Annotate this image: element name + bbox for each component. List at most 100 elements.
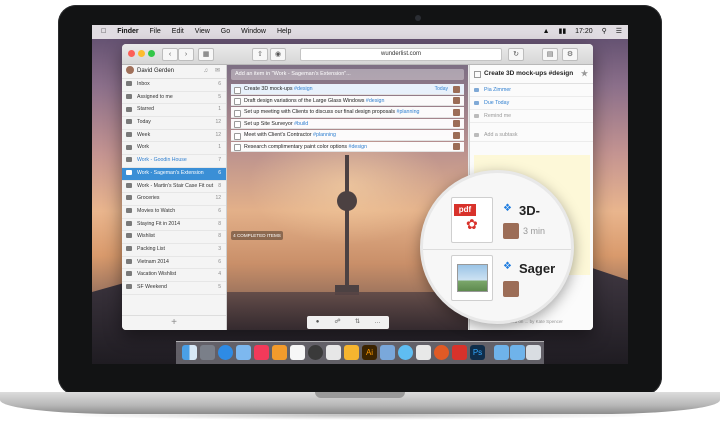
task-hashtag[interactable]: #build [294,121,308,127]
battery-icon[interactable]: ▮▮ [558,25,566,39]
task-checkbox[interactable] [234,98,241,105]
wifi-icon[interactable]: ▲ [543,25,550,39]
launchpad-icon[interactable] [200,345,215,360]
task-row[interactable]: Research complimentary paint color optio… [231,141,464,152]
reader-icon[interactable]: ▤ [542,48,558,61]
sort-icon[interactable]: ⇅ [353,318,362,326]
task-hashtag[interactable]: #planning [397,109,420,115]
reload-icon[interactable]: ↻ [508,48,524,61]
sketch-icon[interactable] [344,345,359,360]
sidebar-item[interactable]: Work 1 [122,142,226,156]
sidebar-item[interactable]: Groceries 12 [122,193,226,206]
task-checkbox[interactable] [234,121,241,128]
sidebar-item[interactable]: Staying Fit in 2014 8 [122,219,226,232]
more-icon[interactable]: … [373,318,382,326]
settings-icon[interactable]: ⚙ [562,48,578,61]
sidebar-item[interactable]: Assigned to me 5 [122,92,226,105]
wunderlist-icon[interactable] [452,345,467,360]
completed-items-button[interactable]: 4 COMPLETED ITEMS [231,231,283,240]
star-icon[interactable]: ★ [581,65,588,83]
menu-finder[interactable]: Finder [117,25,138,39]
preview-icon[interactable] [326,345,341,360]
extension-icon[interactable]: ◉ [270,48,286,61]
sidebar-item[interactable]: Movies to Watch 6 [122,206,226,219]
search-icon[interactable]: ⚲ [602,25,607,39]
pdf-file-thumbnail[interactable]: pdf ✿ [451,197,493,243]
task-hashtag[interactable]: #design [349,144,368,150]
xcode-icon[interactable] [380,345,395,360]
add-list-button[interactable]: + [122,315,226,330]
menu-file[interactable]: File [150,25,161,39]
sidebar-item[interactable]: Wishlist 8 [122,231,226,244]
sidebar-item[interactable]: Packing List 3 [122,244,226,257]
trash-icon[interactable] [526,345,541,360]
illustrator-icon[interactable]: Ai [362,345,377,360]
user-header[interactable]: David Gerden ♫ ✉ [122,65,226,79]
mail-icon[interactable] [236,345,251,360]
task-row[interactable]: Draft design variations of the Large Gla… [231,95,464,106]
detail-title[interactable]: Create 3D mock-ups #design ★ [470,65,593,84]
task-row[interactable]: Set up Site Surveyor #build [231,118,464,129]
photoshop-icon[interactable]: Ps [470,345,485,360]
add-item-input[interactable]: Add an item in "Work - Sageman's Extensi… [231,69,464,80]
due-date-row[interactable]: Due Today [470,97,593,110]
close-button[interactable] [128,50,135,57]
subtask-input[interactable]: Add a subtask [470,129,593,142]
sidebar-item[interactable]: Inbox 6 [122,79,226,92]
skype-icon[interactable] [416,345,431,360]
sidebar-item[interactable]: Vietnam 2014 6 [122,257,226,270]
menu-view[interactable]: View [195,25,210,39]
detail-title-text[interactable]: Create 3D mock-ups #design [484,70,573,77]
downloads-folder-icon[interactable] [494,345,509,360]
sidebar-item[interactable]: Week 12 [122,130,226,143]
chat-icon[interactable]: ✉ [215,65,220,78]
task-checkbox[interactable] [234,109,241,117]
task-row[interactable]: Meet with Client's Contractor #planning [231,130,464,141]
menu-go[interactable]: Go [221,25,230,39]
forward-button[interactable]: › [178,48,194,61]
detail-checkbox[interactable] [474,71,481,78]
url-bar[interactable]: wunderlist.com [300,48,502,61]
ibooks-icon[interactable] [272,345,287,360]
task-row[interactable]: Set up meeting with Clients to discuss o… [231,107,464,118]
share-list-icon[interactable]: ● [313,318,322,326]
sidebar-item[interactable]: SF Weekend 5 [122,282,226,295]
menu-window[interactable]: Window [241,25,266,39]
sidebar-item[interactable]: Vacation Wishlist 4 [122,269,226,282]
sidebar-item[interactable]: Work - Sageman's Extension 6 [122,167,226,181]
zoom-button[interactable] [148,50,155,57]
photos-icon[interactable] [290,345,305,360]
menu-edit[interactable]: Edit [172,25,184,39]
share-icon[interactable]: ⇧ [252,48,268,61]
minimize-button[interactable] [138,50,145,57]
firefox-icon[interactable] [434,345,449,360]
sidebar-toggle-icon[interactable]: ▦ [198,48,214,61]
sidebar-item[interactable]: Work - Goodin House 7 [122,155,226,168]
task-hashtag[interactable]: #design [366,98,385,104]
sidebar-item[interactable]: Starred 1 [122,104,226,118]
music-icon[interactable] [254,345,269,360]
assignee-row[interactable]: Pia Zimmer [470,84,593,97]
task-checkbox[interactable] [234,132,241,140]
task-hashtag[interactable]: #design [294,86,313,92]
sidebar-item[interactable]: Work - Martin's Stair Case Fit out 8 [122,181,226,194]
image-file-thumbnail[interactable] [451,255,493,301]
sidebar-item[interactable]: Today 12 [122,117,226,130]
publish-icon[interactable]: ☍ [333,318,342,326]
menu-help[interactable]: Help [277,25,291,39]
task-checkbox[interactable] [234,86,241,94]
task-row[interactable]: Create 3D mock-ups #design Today [231,84,464,95]
safari-icon[interactable] [218,345,233,360]
task-checkbox[interactable] [234,144,241,151]
bell-icon[interactable]: ♫ [204,65,209,78]
chrome-icon[interactable] [308,345,323,360]
task-hashtag[interactable]: #planning [313,132,336,138]
finder-icon[interactable] [182,345,197,360]
menu-list-icon[interactable]: ☰ [616,25,622,39]
apple-icon[interactable]:  [101,25,106,39]
clock[interactable]: 17:20 [575,25,593,39]
messages-icon[interactable] [398,345,413,360]
back-button[interactable]: ‹ [162,48,178,61]
documents-folder-icon[interactable] [510,345,525,360]
reminder-row[interactable]: Remind me [470,110,593,123]
